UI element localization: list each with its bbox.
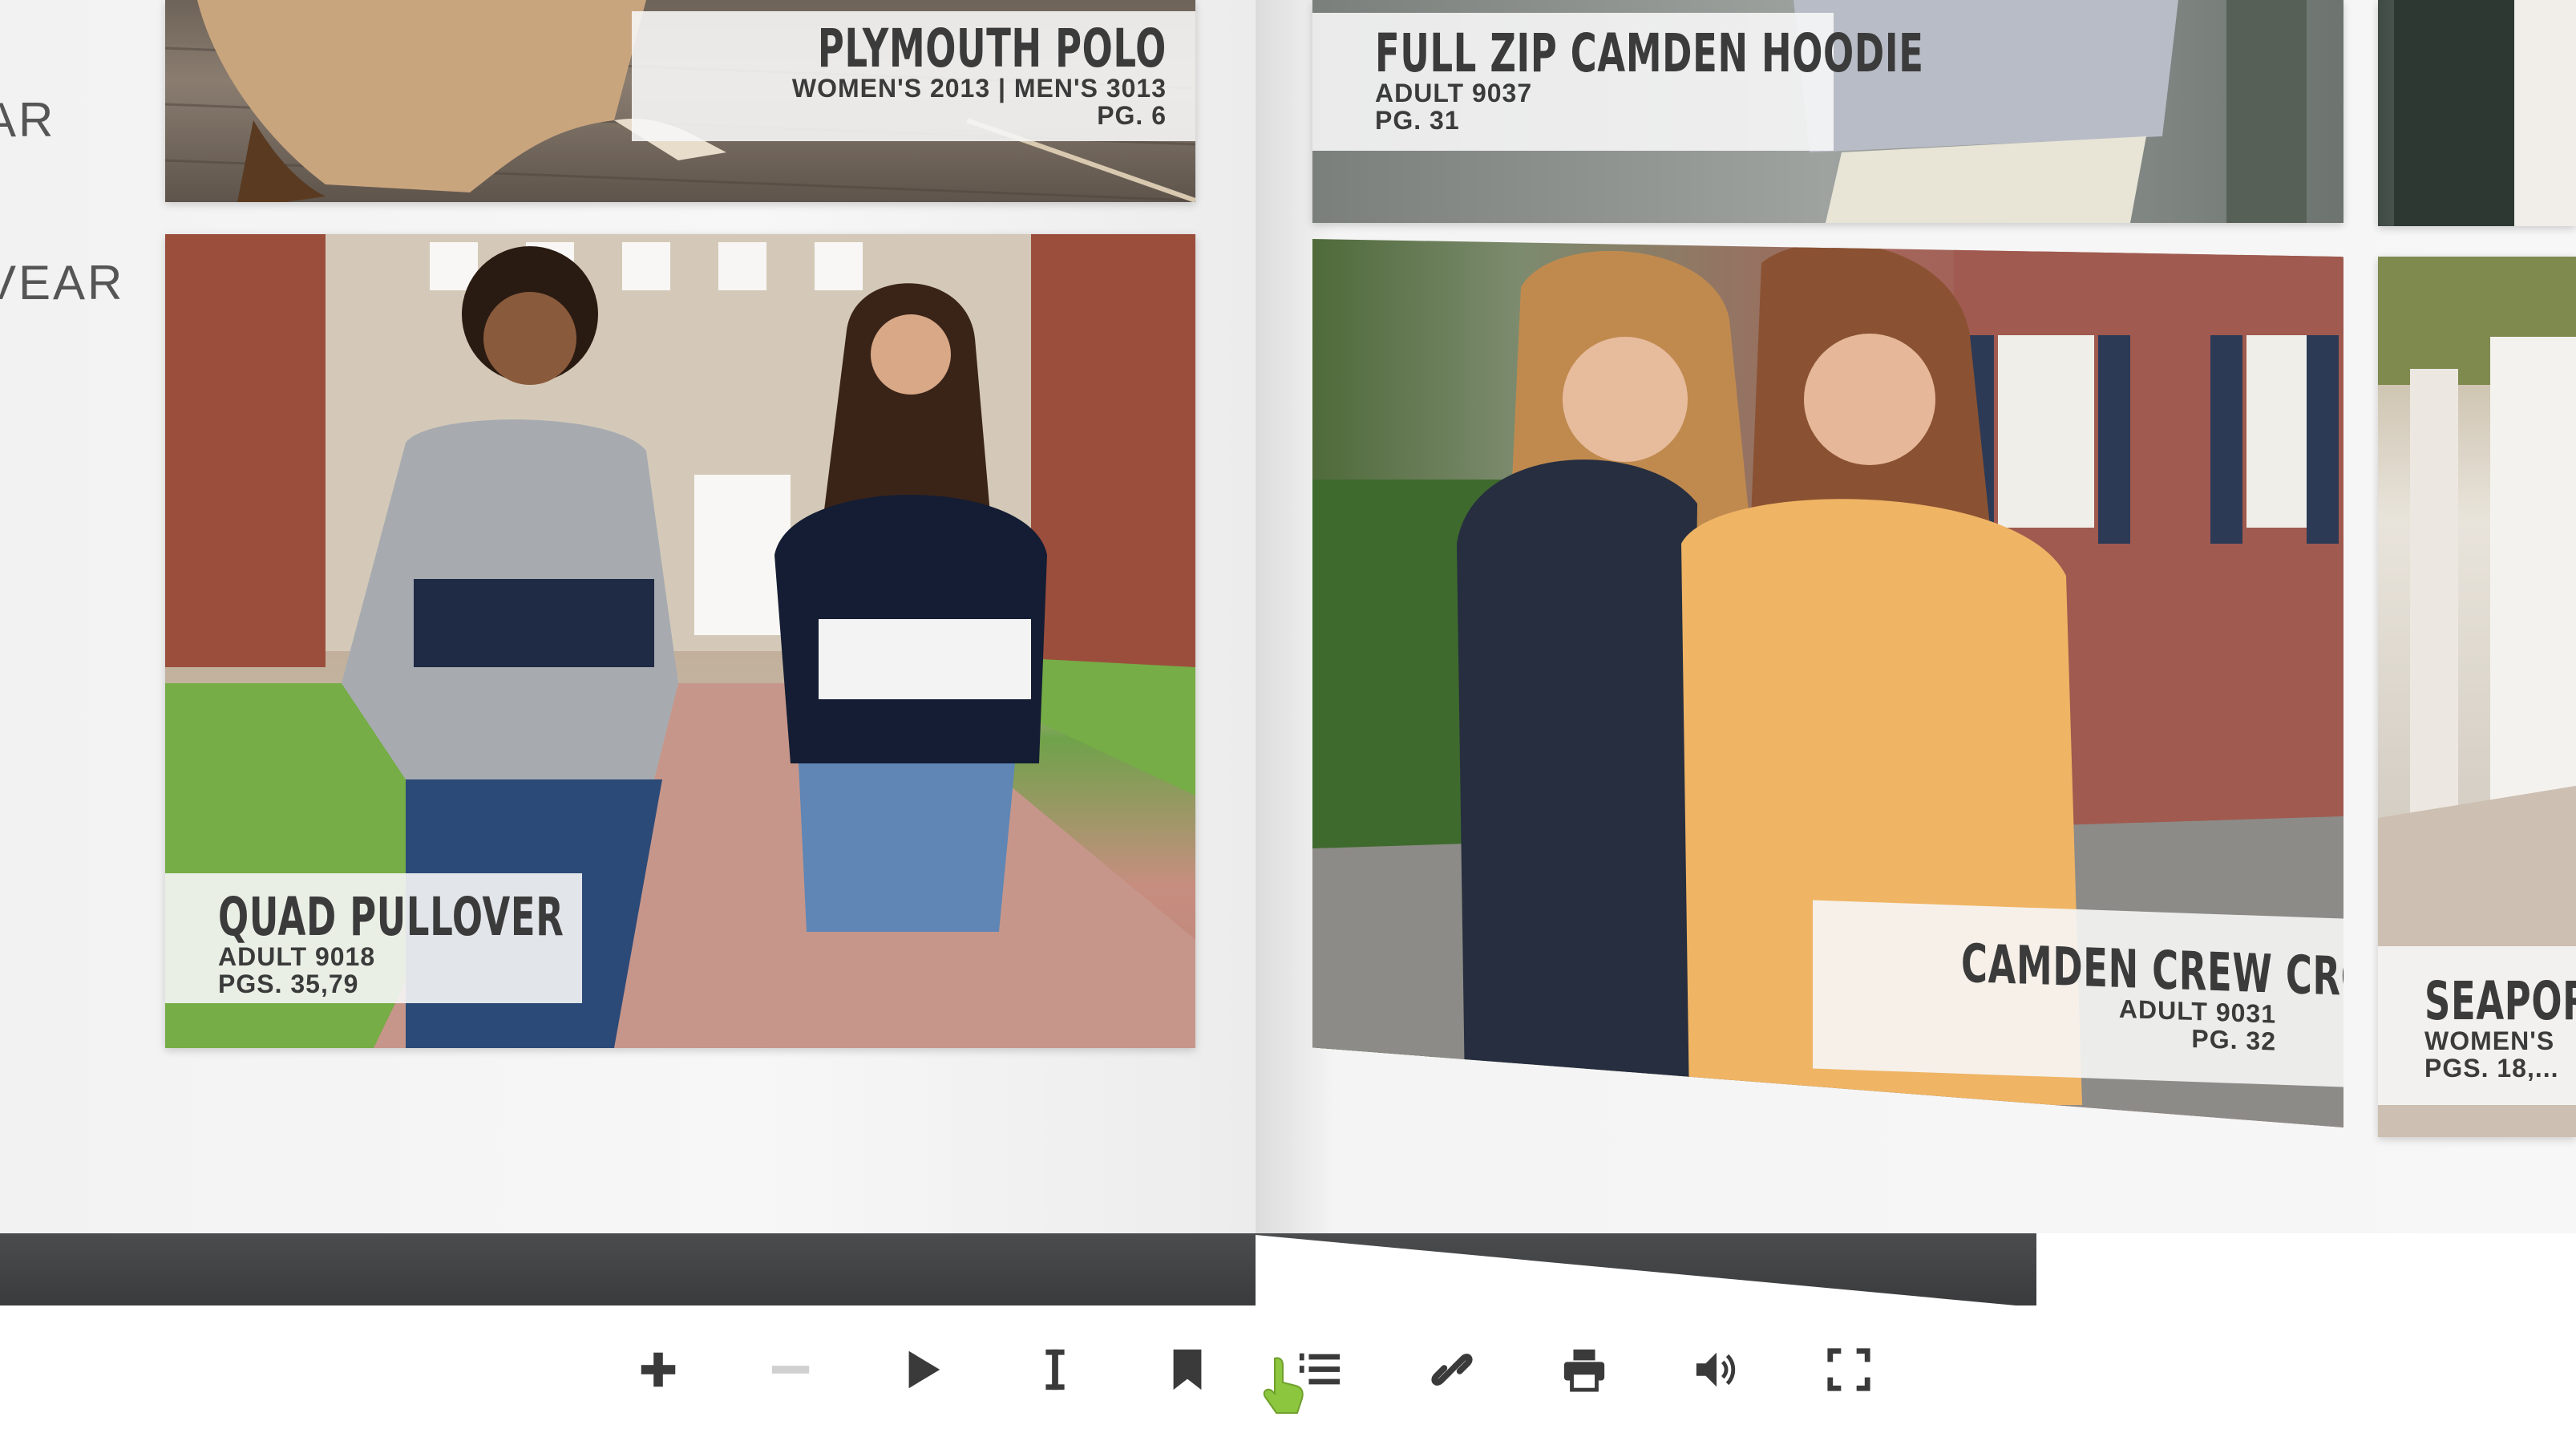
photo-next-page-top[interactable] xyxy=(2378,0,2576,226)
caption-plymouth-polo: PLYMOUTH POLO WOMEN'S 2013 | MEN'S 3013 … xyxy=(632,11,1195,141)
product-title: SEAPORT xyxy=(2424,970,2576,1032)
sound-button[interactable] xyxy=(1686,1339,1747,1400)
sound-icon xyxy=(1696,1352,1736,1387)
caption-seaport: SEAPORT WOMEN'S PGS. 18,... xyxy=(2378,946,2576,1105)
photo-full-zip-camden-hoodie[interactable]: FULL ZIP CAMDEN HOODIE ADULT 9037 PG. 31 xyxy=(1312,0,2343,223)
play-icon xyxy=(908,1350,940,1389)
link-icon xyxy=(1431,1354,1473,1386)
print-button[interactable] xyxy=(1554,1339,1615,1400)
flipbook-viewer: AR VEAR PLYMOUTH POLO WOMEN'S 2013 | MEN… xyxy=(0,0,2576,1437)
bookmark-icon xyxy=(1173,1349,1202,1390)
zoom-in-icon xyxy=(641,1352,676,1387)
zoom-out-icon xyxy=(771,1366,810,1374)
photo-seaport[interactable]: SEAPORT WOMEN'S PGS. 18,... xyxy=(2378,257,2576,1137)
play-button[interactable] xyxy=(892,1339,953,1400)
left-page: AR VEAR PLYMOUTH POLO WOMEN'S 2013 | MEN… xyxy=(0,0,1256,1233)
product-style-numbers: WOMEN'S 2013 | MEN'S 3013 xyxy=(791,74,1167,103)
product-page: PGS. 35,79 xyxy=(218,969,359,998)
fullscreen-button[interactable] xyxy=(1818,1339,1879,1400)
hand-pointer-icon xyxy=(1263,1357,1304,1414)
photo-camden-crew-crop[interactable]: CAMDEN CREW CROP ADULT 9031 PG. 32 xyxy=(1312,239,2343,1127)
product-style-numbers: ADULT 9037 xyxy=(1375,79,1533,107)
bookmark-button[interactable] xyxy=(1157,1339,1218,1400)
product-title: CAMDEN CREW CROP xyxy=(1960,932,2343,1010)
zoom-in-button[interactable] xyxy=(628,1339,689,1400)
photo-next-page-top-image xyxy=(2394,0,2576,226)
right-page: FULL ZIP CAMDEN HOODIE ADULT 9037 PG. 31 xyxy=(1256,0,2576,1233)
product-title: FULL ZIP CAMDEN HOODIE xyxy=(1375,22,1924,84)
text-cursor-icon xyxy=(1045,1349,1065,1390)
product-page: PG. 31 xyxy=(1375,105,1460,135)
product-title: QUAD PULLOVER xyxy=(218,886,564,948)
zoom-out-button[interactable] xyxy=(760,1339,821,1400)
product-page: PG. 6 xyxy=(1097,100,1167,130)
caption-full-zip-camden-hoodie: FULL ZIP CAMDEN HOODIE ADULT 9037 PG. 31 xyxy=(1312,13,1924,151)
photo-quad-pullover[interactable]: QUAD PULLOVER ADULT 9018 PGS. 35,79 xyxy=(165,234,1195,1048)
section-heading-2: VEAR xyxy=(0,256,125,310)
fullscreen-icon xyxy=(1827,1348,1870,1391)
product-style-numbers: WOMEN'S xyxy=(2424,1026,2555,1055)
product-page: PGS. 18,... xyxy=(2424,1053,2559,1083)
text-select-button[interactable] xyxy=(1025,1339,1086,1400)
caption-camden-crew-crop: CAMDEN CREW CROP ADULT 9031 PG. 32 xyxy=(1813,900,2343,1087)
caption-quad-pullover: QUAD PULLOVER ADULT 9018 PGS. 35,79 xyxy=(165,873,582,1003)
share-link-button[interactable] xyxy=(1421,1339,1482,1400)
section-heading-1: AR xyxy=(0,93,56,147)
photo-plymouth-polo[interactable]: PLYMOUTH POLO WOMEN'S 2013 | MEN'S 3013 … xyxy=(165,0,1195,202)
product-style-numbers: ADULT 9018 xyxy=(218,942,376,971)
print-icon xyxy=(1563,1349,1605,1392)
product-title: PLYMOUTH POLO xyxy=(817,18,1167,79)
